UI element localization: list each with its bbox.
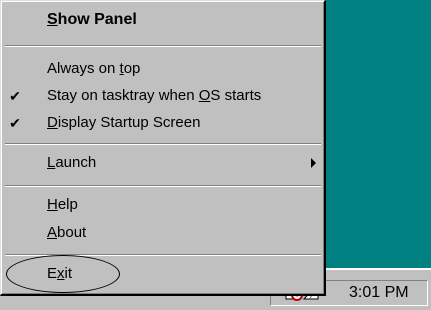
menu-item-label: About (47, 224, 87, 241)
menu-item-show-panel[interactable]: Show Panel (4, 7, 322, 33)
desktop: 3:01 PM Show Panel Always on top ✔ Stay … (0, 0, 431, 310)
menu-item-label: Help (47, 196, 78, 213)
menu-item-about[interactable]: About (4, 220, 322, 246)
menu-separator (5, 185, 321, 187)
submenu-arrow-icon (311, 158, 316, 168)
menu-item-label: Display Startup Screen (47, 114, 201, 131)
context-menu: Show Panel Always on top ✔ Stay on taskt… (0, 0, 326, 296)
checkmark-icon: ✔ (9, 88, 21, 104)
menu-item-stay-on-tasktray[interactable]: ✔ Stay on tasktray when OS starts (4, 83, 322, 109)
menu-item-label: Stay on tasktray when OS starts (47, 87, 262, 104)
menu-item-always-on-top[interactable]: Always on top (4, 56, 322, 82)
exit-highlight-circle (6, 255, 120, 293)
taskbar-clock[interactable]: 3:01 PM (349, 284, 409, 302)
menu-item-label: Always on top (47, 60, 141, 77)
menu-separator (5, 45, 321, 47)
checkmark-icon: ✔ (9, 115, 21, 131)
menu-item-help[interactable]: Help (4, 192, 322, 218)
menu-item-display-startup-screen[interactable]: ✔ Display Startup Screen (4, 110, 322, 136)
desktop-background (320, 0, 431, 270)
menu-item-label: Show Panel (47, 11, 137, 28)
menu-item-launch[interactable]: Launch (4, 150, 322, 176)
menu-item-label: Launch (47, 154, 97, 171)
menu-separator (5, 143, 321, 145)
